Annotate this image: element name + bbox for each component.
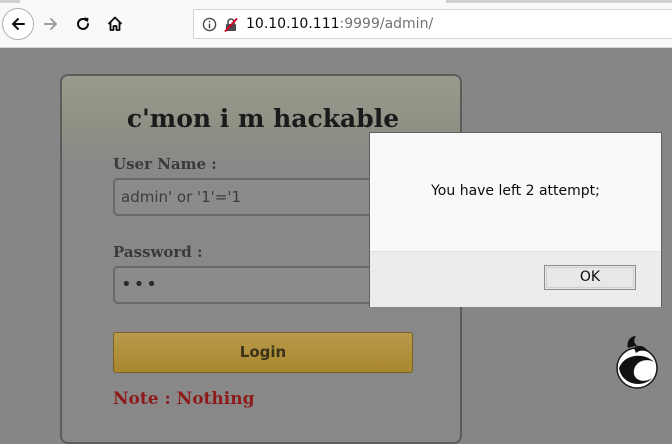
- alert-message: You have left 2 attempt;: [431, 183, 600, 199]
- forward-arrow-icon: [44, 18, 57, 30]
- password-label: Password :: [113, 243, 203, 261]
- back-arrow-icon: [12, 18, 25, 30]
- url-text[interactable]: 10.10.10.111:9999/admin/: [246, 16, 433, 32]
- alert-body: You have left 2 attempt;: [370, 133, 661, 251]
- ok-button[interactable]: OK: [544, 265, 636, 290]
- browser-toolbar: 10.10.10.111:9999/admin/: [0, 0, 672, 48]
- home-button[interactable]: [101, 10, 129, 38]
- info-icon[interactable]: [202, 17, 217, 32]
- username-input[interactable]: admin' or '1'='1: [113, 178, 413, 216]
- login-button[interactable]: Login: [113, 332, 413, 373]
- alert-footer: OK: [370, 251, 661, 307]
- tab-strip-edge: [0, 0, 672, 4]
- reload-button[interactable]: [69, 10, 97, 38]
- url-path: :9999/admin/: [339, 16, 434, 32]
- password-input[interactable]: •••: [113, 266, 413, 304]
- forward-button[interactable]: [37, 10, 65, 38]
- note-text: Note : Nothing: [113, 389, 255, 409]
- dragon-logo-icon: [616, 336, 658, 389]
- tab-edge-left: [0, 0, 20, 3]
- reload-icon: [77, 17, 89, 30]
- address-bar[interactable]: 10.10.10.111:9999/admin/: [193, 9, 672, 39]
- alert-dialog: You have left 2 attempt; OK: [369, 132, 662, 307]
- insecure-connection-icon[interactable]: [223, 17, 239, 33]
- username-label: User Name :: [113, 155, 217, 173]
- back-button[interactable]: [2, 8, 34, 40]
- home-icon: [107, 16, 123, 31]
- page-title: c'mon i m hackable: [126, 104, 400, 133]
- url-host: 10.10.10.111: [246, 16, 340, 32]
- tab-edge-right: [446, 0, 672, 3]
